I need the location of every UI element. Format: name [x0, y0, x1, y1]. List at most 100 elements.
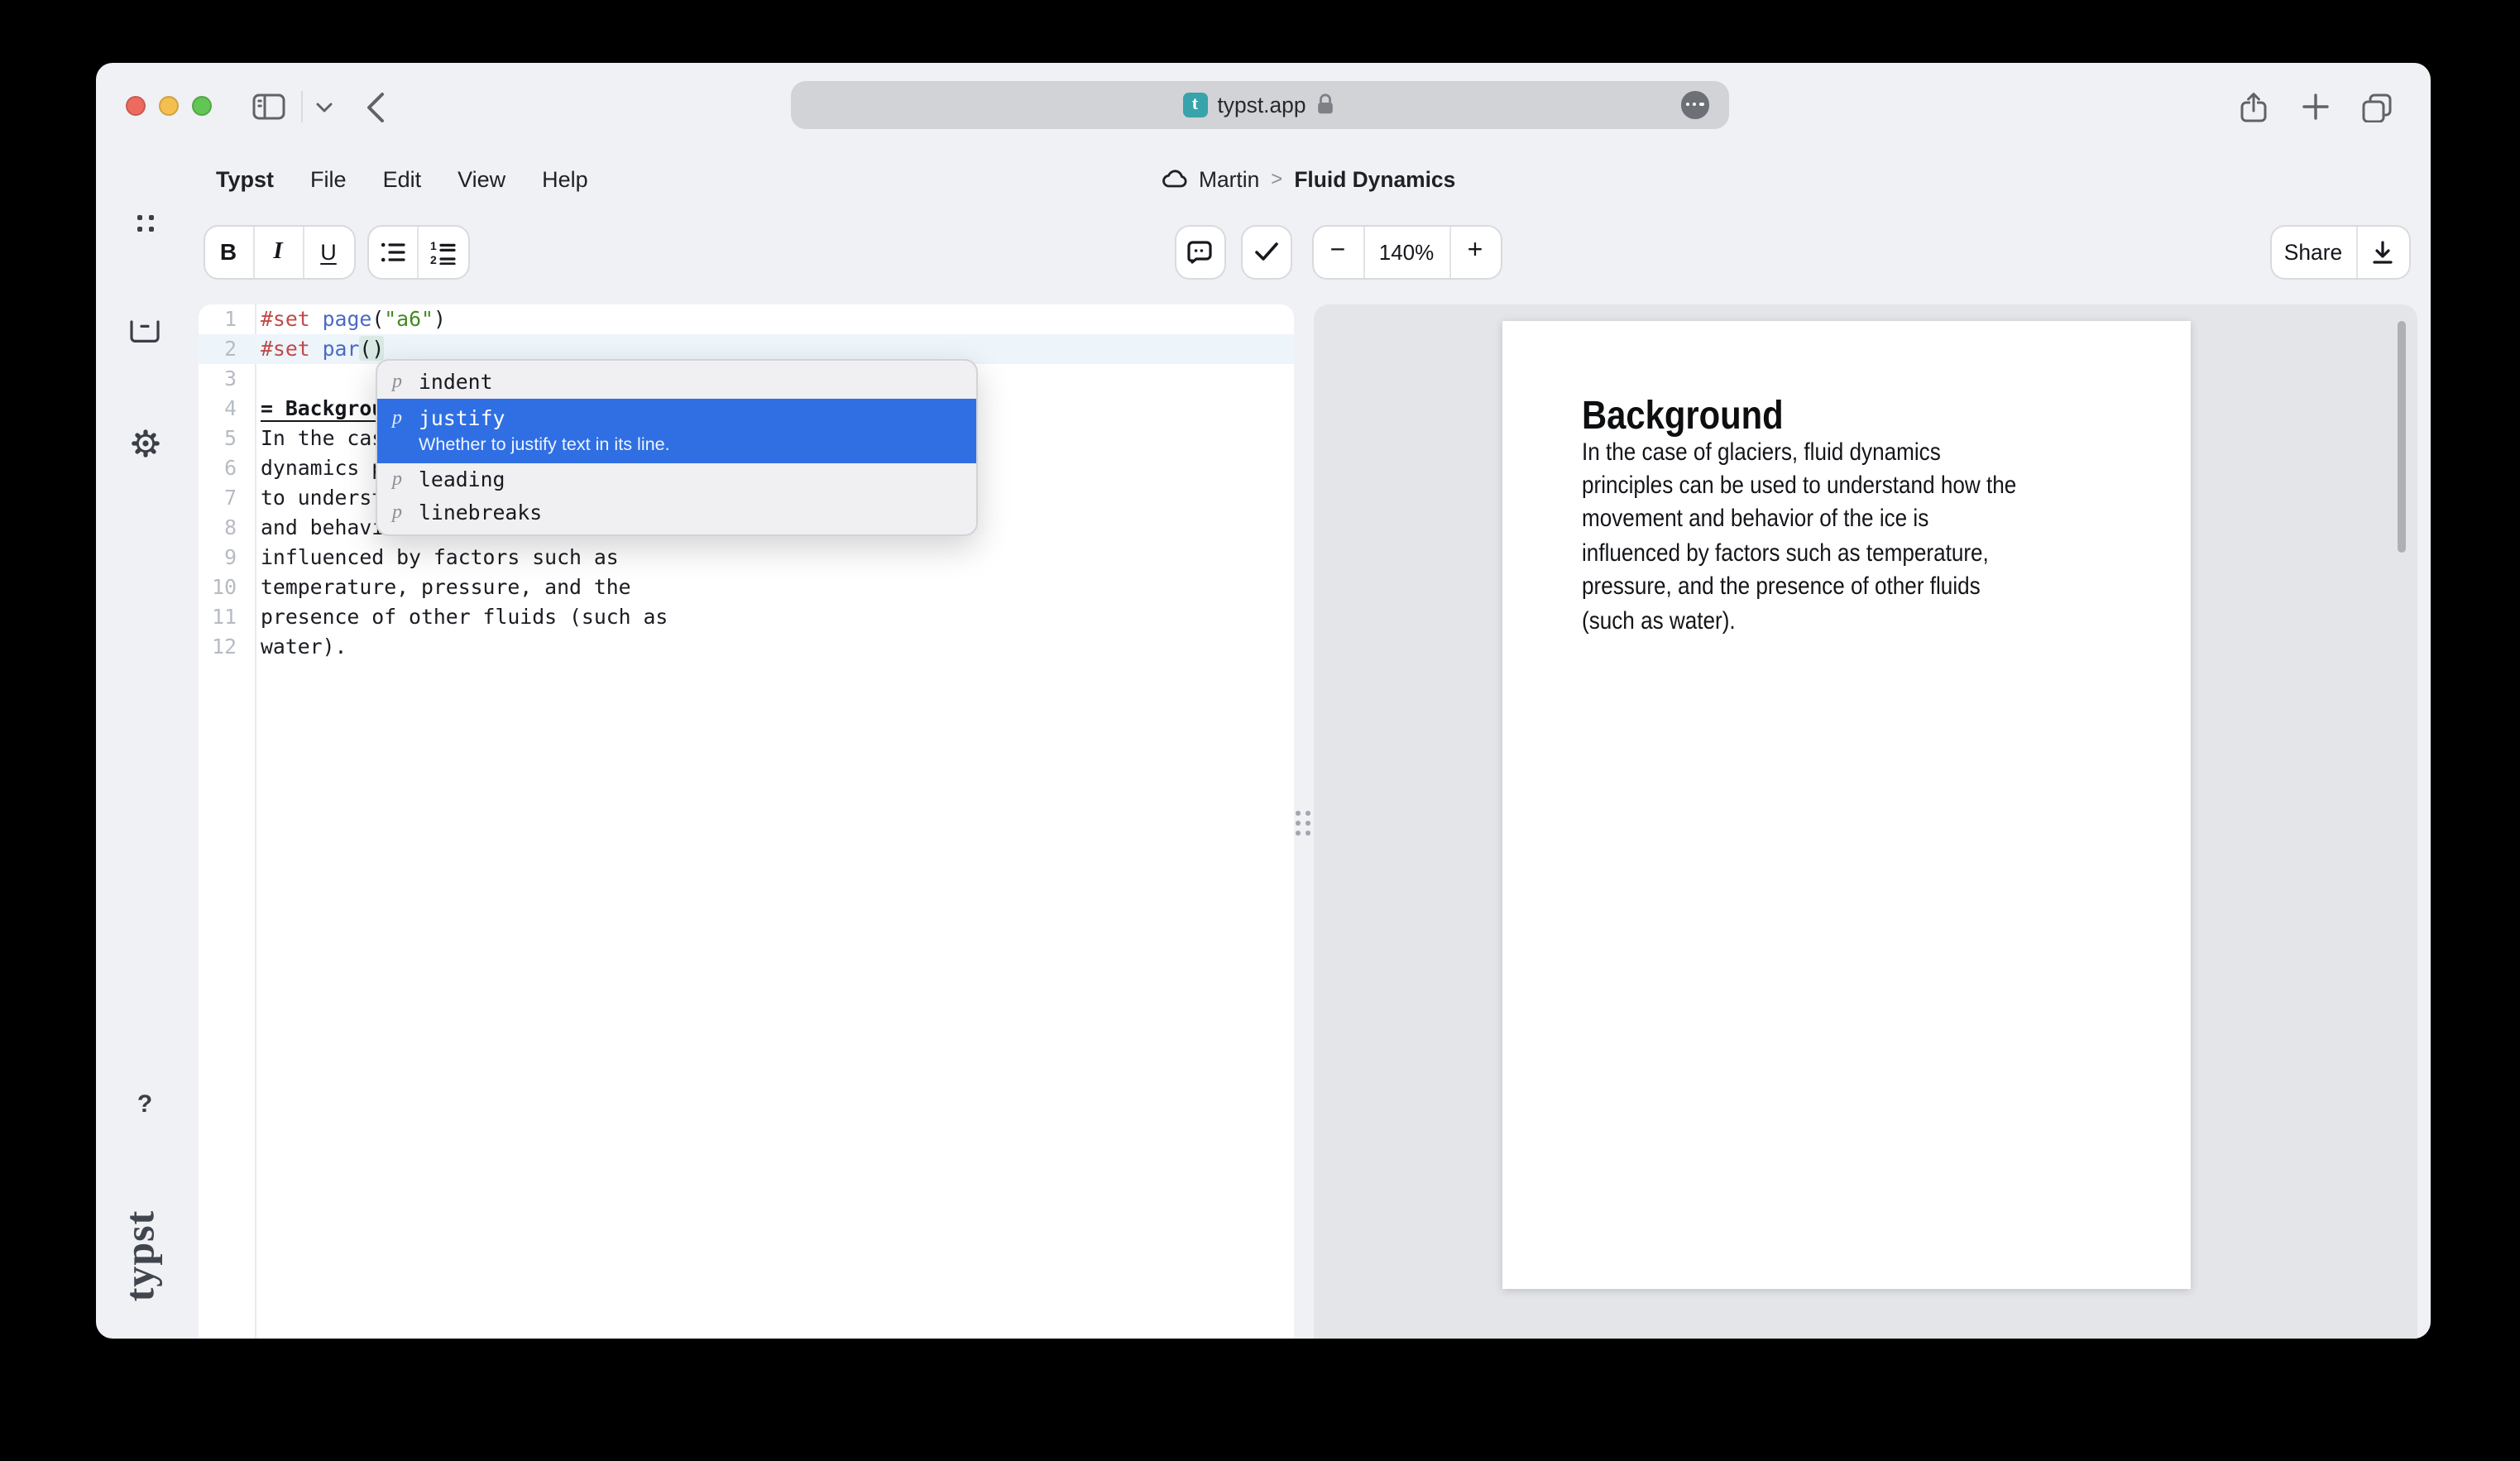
gear-icon[interactable]: [95, 428, 194, 457]
download-button[interactable]: [2357, 226, 2408, 277]
line-number: 12: [199, 631, 254, 661]
fullscreen-window-button[interactable]: [191, 96, 211, 116]
line-number: 10: [199, 572, 254, 601]
line-number: 5: [199, 423, 254, 453]
autocomplete-label: leading: [419, 467, 505, 491]
breadcrumb-project[interactable]: Martin: [1199, 166, 1259, 191]
autocomplete-label: justify: [419, 405, 505, 430]
preview-scrollbar[interactable]: [2398, 320, 2406, 552]
line-number: 6: [199, 453, 254, 482]
share-button[interactable]: Share: [2271, 226, 2357, 277]
underline-button[interactable]: U: [304, 226, 353, 277]
autocomplete-label: linebreaks: [419, 500, 542, 525]
check-button[interactable]: [1242, 226, 1290, 277]
browser-window: t typst.app: [95, 62, 2431, 1339]
code-text: water).: [254, 631, 347, 661]
text-style-group: B I U: [203, 224, 355, 279]
code-line[interactable]: 11presence of other fluids (such as: [199, 601, 1293, 631]
comment-button[interactable]: [1176, 226, 1224, 277]
autoformat-group: [1240, 224, 1291, 279]
autocomplete-item[interactable]: pindent: [377, 365, 976, 398]
preview-heading: Background: [1582, 393, 1784, 439]
minimize-window-button[interactable]: [158, 96, 178, 116]
autocomplete-label: indent: [419, 369, 493, 394]
menu-help[interactable]: Help: [542, 166, 588, 191]
chrome-divider: [300, 90, 302, 122]
menu-typst[interactable]: Typst: [216, 166, 274, 191]
url-text: typst.app: [1217, 93, 1306, 117]
breadcrumb: Martin > Fluid Dynamics: [1161, 166, 1455, 191]
code-line[interactable]: 12water).: [199, 631, 1293, 661]
files-tray-icon[interactable]: [95, 319, 194, 343]
autocomplete-popup: pindentpjustifyWhether to justify text i…: [376, 358, 978, 535]
comment-group: [1174, 224, 1225, 279]
line-number: 4: [199, 393, 254, 423]
zoom-out-button[interactable]: −: [1313, 226, 1364, 277]
code-text: #set page("a6"): [254, 304, 446, 333]
help-icon[interactable]: ?: [95, 1090, 194, 1118]
bold-button[interactable]: B: [204, 226, 254, 277]
autocomplete-item[interactable]: p linebreaks: [377, 496, 976, 529]
bullet-list-button[interactable]: [368, 226, 418, 277]
menu-edit[interactable]: Edit: [383, 166, 422, 191]
new-tab-icon[interactable]: [2301, 93, 2329, 121]
preview-page: Background In the case of glaciers, flui…: [1502, 320, 2191, 1288]
sidebar-toggle-icon[interactable]: [251, 93, 285, 121]
autocomplete-description: Whether to justify text in its line.: [419, 434, 961, 459]
screen: t typst.app: [0, 0, 2520, 1461]
preview-pane[interactable]: Background In the case of glaciers, flui…: [1313, 304, 2417, 1339]
address-bar[interactable]: t typst.app: [790, 80, 1728, 129]
address-bar-content: t typst.app: [1182, 93, 1335, 117]
download-icon: [2371, 239, 2394, 264]
grid-dots-icon[interactable]: [95, 209, 194, 236]
param-icon: p: [392, 500, 405, 525]
tab-overview-icon[interactable]: [2361, 92, 2393, 122]
browser-chrome: t typst.app: [95, 62, 2431, 153]
typst-logo: typst: [112, 1192, 171, 1318]
line-number: 1: [199, 304, 254, 333]
code-line[interactable]: 9influenced by factors such as: [199, 542, 1293, 572]
code-text: presence of other fluids (such as: [254, 601, 668, 631]
chevron-down-icon[interactable]: [314, 100, 333, 113]
param-icon: p: [392, 405, 405, 430]
page-settings-icon[interactable]: [1681, 91, 1708, 118]
site-favicon: t: [1182, 93, 1207, 117]
list-group: 1 2: [367, 224, 469, 279]
code-text: influenced by factors such as: [254, 542, 619, 572]
pane-resize-handle[interactable]: [1293, 803, 1313, 843]
menu-view[interactable]: View: [458, 166, 505, 191]
zoom-in-button[interactable]: +: [1450, 226, 1500, 277]
svg-text:2: 2: [430, 252, 437, 264]
lock-icon: [1316, 93, 1336, 117]
code-text: #set par(): [254, 333, 384, 363]
code-line[interactable]: 10temperature, pressure, and the: [199, 572, 1293, 601]
line-number: 3: [199, 363, 254, 393]
code-line[interactable]: 1#set page("a6"): [199, 304, 1293, 333]
back-icon[interactable]: [365, 90, 385, 123]
numbered-list-button[interactable]: 1 2: [418, 226, 467, 277]
close-window-button[interactable]: [125, 96, 145, 116]
line-number: 8: [199, 512, 254, 542]
autocomplete-item[interactable]: p leading: [377, 462, 976, 496]
zoom-group: − 140% +: [1311, 224, 1502, 279]
code-editor[interactable]: 1#set page("a6")2#set par()34= Backgroun…: [199, 304, 1293, 1339]
chrome-right-icons: [2239, 90, 2393, 123]
italic-button[interactable]: I: [254, 226, 304, 277]
breadcrumb-separator: >: [1271, 167, 1282, 190]
menu-file[interactable]: File: [310, 166, 347, 191]
preview-paragraph: In the case of glaciers, fluid dynamics …: [1582, 436, 2115, 639]
zoom-level[interactable]: 140%: [1364, 226, 1450, 277]
line-number: 2: [199, 333, 254, 363]
app-menubar: Typst File Edit View Help: [216, 166, 588, 191]
line-number: 11: [199, 601, 254, 631]
code-text: temperature, pressure, and the: [254, 572, 631, 601]
svg-text:1: 1: [430, 239, 437, 251]
param-icon: p: [392, 467, 405, 491]
share-icon[interactable]: [2239, 90, 2268, 123]
cloud-icon: [1161, 169, 1187, 189]
param-icon: p: [392, 369, 405, 394]
autocomplete-item[interactable]: p justify Whether to justify text in its l…: [377, 398, 976, 462]
breadcrumb-document[interactable]: Fluid Dynamics: [1294, 166, 1455, 191]
app-menu-row: Typst File Edit View Help Martin > Fluid…: [95, 153, 2431, 213]
share-group: Share: [2269, 224, 2410, 279]
